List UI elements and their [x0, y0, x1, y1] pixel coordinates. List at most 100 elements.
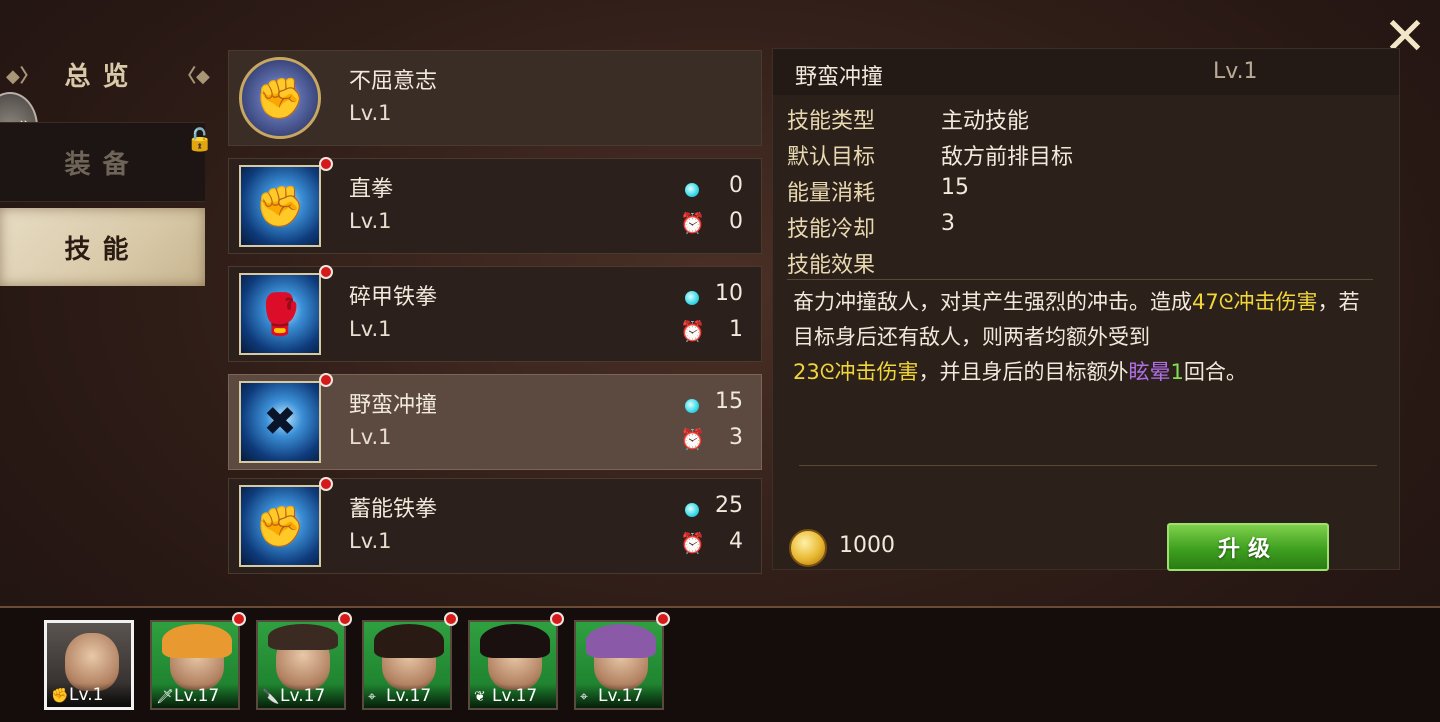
tab-overview-label: 总览 — [64, 61, 141, 92]
skill-name: 不屈意志 — [349, 69, 438, 94]
attr-label-energy: 能量消耗 — [787, 181, 876, 206]
cooldown-value: 0 — [729, 209, 743, 234]
hero-level-text: Lv.17 — [598, 686, 644, 706]
skill-level: Lv.1 — [349, 101, 392, 125]
attr-label-type: 技能类型 — [787, 109, 876, 134]
skill-card-1[interactable]: ✊ 直拳 Lv.1 0 ⏰ 0 — [228, 157, 762, 254]
hero-level-text: Lv.17 — [174, 686, 220, 706]
energy-cost: 25 — [715, 493, 743, 518]
cooldown-value: 1 — [729, 317, 743, 342]
attr-value-energy: 15 — [941, 175, 969, 200]
effect-text: 奋力冲撞敌人，对其产生强烈的冲击。造成 — [793, 290, 1192, 314]
hero-hair — [162, 624, 232, 658]
skill-0-fist-icon: ✊ — [239, 57, 321, 139]
skill-card-4[interactable]: ✊ 蓄能铁拳 Lv.1 25 ⏰ 4 — [228, 477, 762, 574]
effect-rounds: 1 — [1170, 360, 1184, 384]
alert-dot-icon — [338, 612, 352, 626]
energy-icon — [685, 503, 699, 517]
hero-portrait-0[interactable]: ✊Lv.1 — [44, 620, 134, 710]
hero-portrait-5[interactable]: ⌖ Lv.17 — [574, 620, 664, 710]
impact-icon: ᘓ — [1218, 290, 1234, 314]
alert-dot-icon — [319, 477, 333, 491]
impact-icon: ᘓ — [819, 360, 835, 384]
effect-text: 回合。 — [1183, 360, 1247, 384]
skill-name: 野蛮冲撞 — [349, 393, 438, 418]
hero-level: ⌖ Lv.17 — [364, 684, 450, 708]
hero-level-text: Lv.17 — [386, 686, 432, 706]
fist-icon: ✊ — [51, 688, 69, 704]
energy-cost: 0 — [729, 173, 743, 198]
attr-label-target: 默认目标 — [787, 145, 876, 170]
hero-level: ✊Lv.1 — [47, 683, 131, 707]
cooldown-value: 4 — [729, 529, 743, 554]
upgrade-button[interactable]: 升级 — [1167, 523, 1329, 571]
hero-level: ❦ Lv.17 — [470, 684, 556, 708]
attr-value-cooldown: 3 — [941, 211, 955, 236]
tab-equipment-label: 装备 — [64, 149, 141, 180]
skill-name: 碎甲铁拳 — [349, 285, 438, 310]
alarm-clock-icon: ⏰ — [680, 211, 705, 235]
hero-level: ⌖ Lv.17 — [576, 684, 662, 708]
skill-level: Lv.1 — [349, 317, 392, 341]
attr-label-effect: 技能效果 — [787, 253, 876, 278]
skill-level: Lv.1 — [349, 209, 392, 233]
hero-portrait-1[interactable]: 🗡Lv.17 — [150, 620, 240, 710]
attr-value-target: 敌方前排目标 — [941, 145, 1074, 170]
alert-dot-icon — [656, 612, 670, 626]
hero-level-text: Lv.1 — [69, 685, 104, 705]
skill-level: Lv.1 — [349, 425, 392, 449]
attr-value-type: 主动技能 — [941, 109, 1030, 134]
energy-icon — [685, 291, 699, 305]
hero-bar: ✊Lv.1 🗡Lv.17 🔪Lv.17 ⌖ Lv.17 ❦ Lv.17 ⌖ Lv.17 — [0, 606, 1440, 722]
hero-level: 🔪Lv.17 — [258, 684, 344, 708]
diamond-left-icon: ◆〉 — [6, 66, 38, 87]
energy-cost: 10 — [715, 281, 743, 306]
alarm-clock-icon: ⏰ — [680, 319, 705, 343]
effect-damage-value: 47 — [1192, 290, 1219, 314]
hero-portrait-4[interactable]: ❦ Lv.17 — [468, 620, 558, 710]
attr-label-cooldown: 技能冷却 — [787, 217, 876, 242]
skill-card-2[interactable]: 🥊 碎甲铁拳 Lv.1 10 ⏰ 1 — [228, 265, 762, 362]
skill-name: 直拳 — [349, 177, 394, 202]
sword-icon: 🗡 — [156, 689, 174, 705]
skill-name: 蓄能铁拳 — [349, 497, 438, 522]
hero-hair — [374, 624, 444, 658]
tab-skills-label: 技能 — [64, 234, 141, 265]
skill-2-punch-icon: 🥊 — [239, 273, 321, 355]
crosshair-icon: ⌖ — [368, 689, 376, 705]
tab-overview[interactable]: ◆〉 总览 〈◆ — [0, 40, 210, 108]
tab-equipment[interactable]: 装备 — [0, 122, 205, 202]
upgrade-cost: 1000 — [839, 533, 895, 558]
alert-dot-icon — [444, 612, 458, 626]
hero-portrait-2[interactable]: 🔪Lv.17 — [256, 620, 346, 710]
hero-hair — [586, 624, 656, 658]
diamond-right-icon: 〈◆ — [178, 66, 210, 87]
lock-icon: 🔓 — [186, 128, 214, 153]
skill-1-fist-icon: ✊ — [239, 165, 321, 247]
heal-icon: ❦ — [474, 689, 486, 705]
alert-dot-icon — [232, 612, 246, 626]
effect-damage-type: 冲击伤害 — [1233, 290, 1318, 314]
alert-dot-icon — [319, 373, 333, 387]
detail-header: 野蛮冲撞 Lv.1 — [773, 49, 1399, 95]
hero-portrait-3[interactable]: ⌖ Lv.17 — [362, 620, 452, 710]
detail-title: 野蛮冲撞 — [795, 65, 884, 90]
alert-dot-icon — [319, 157, 333, 171]
crosshair-icon: ⌖ — [580, 689, 588, 705]
skill-card-3[interactable]: ✖ 野蛮冲撞 Lv.1 15 ⏰ 3 — [228, 373, 762, 470]
hero-level-text: Lv.17 — [492, 686, 538, 706]
tab-skills[interactable]: 技能 — [0, 208, 205, 286]
detail-level: Lv.1 — [1213, 59, 1258, 84]
alarm-clock-icon: ⏰ — [680, 427, 705, 451]
alert-dot-icon — [319, 265, 333, 279]
cooldown-value: 3 — [729, 425, 743, 450]
energy-icon — [685, 399, 699, 413]
dagger-icon: 🔪 — [262, 689, 280, 705]
energy-icon — [685, 183, 699, 197]
alert-dot-icon — [550, 612, 564, 626]
skill-4-fist-icon: ✊ — [239, 485, 321, 567]
effect-status: 眩晕 — [1128, 360, 1171, 384]
divider — [799, 465, 1377, 466]
skill-card-0[interactable]: ✊ 不屈意志 Lv.1 — [228, 50, 762, 146]
skill-3-charge-icon: ✖ — [239, 381, 321, 463]
